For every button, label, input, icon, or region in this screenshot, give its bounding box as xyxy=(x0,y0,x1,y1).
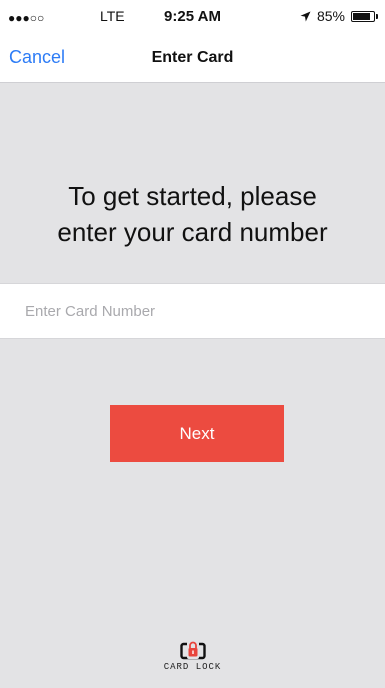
location-arrow-icon xyxy=(300,11,311,21)
battery-icon xyxy=(351,10,378,22)
page-title: Enter Card xyxy=(151,49,234,66)
instruction-line-2: enter your card number xyxy=(57,217,328,247)
card-number-input[interactable] xyxy=(0,284,385,338)
battery-tip xyxy=(376,13,378,19)
nav-bar: Cancel Enter Card xyxy=(0,38,385,82)
battery-level-fill xyxy=(353,12,370,20)
status-right: 85% xyxy=(300,8,378,24)
next-button[interactable]: Next xyxy=(110,405,284,462)
instruction-heading: To get started, please enter your card n… xyxy=(0,178,385,250)
logo-text: CARD LOCK xyxy=(163,662,222,672)
instruction-line-1: To get started, please xyxy=(68,181,317,211)
card-lock-icon xyxy=(179,641,206,660)
status-bar: ●●●○○ LTE 9:25 AM 85% xyxy=(0,0,385,38)
card-number-row xyxy=(0,283,385,339)
card-lock-logo: CARD LOCK xyxy=(0,640,385,672)
battery-percent: 85% xyxy=(316,8,345,24)
header: ●●●○○ LTE 9:25 AM 85% Cancel Enter Card xyxy=(0,0,385,83)
